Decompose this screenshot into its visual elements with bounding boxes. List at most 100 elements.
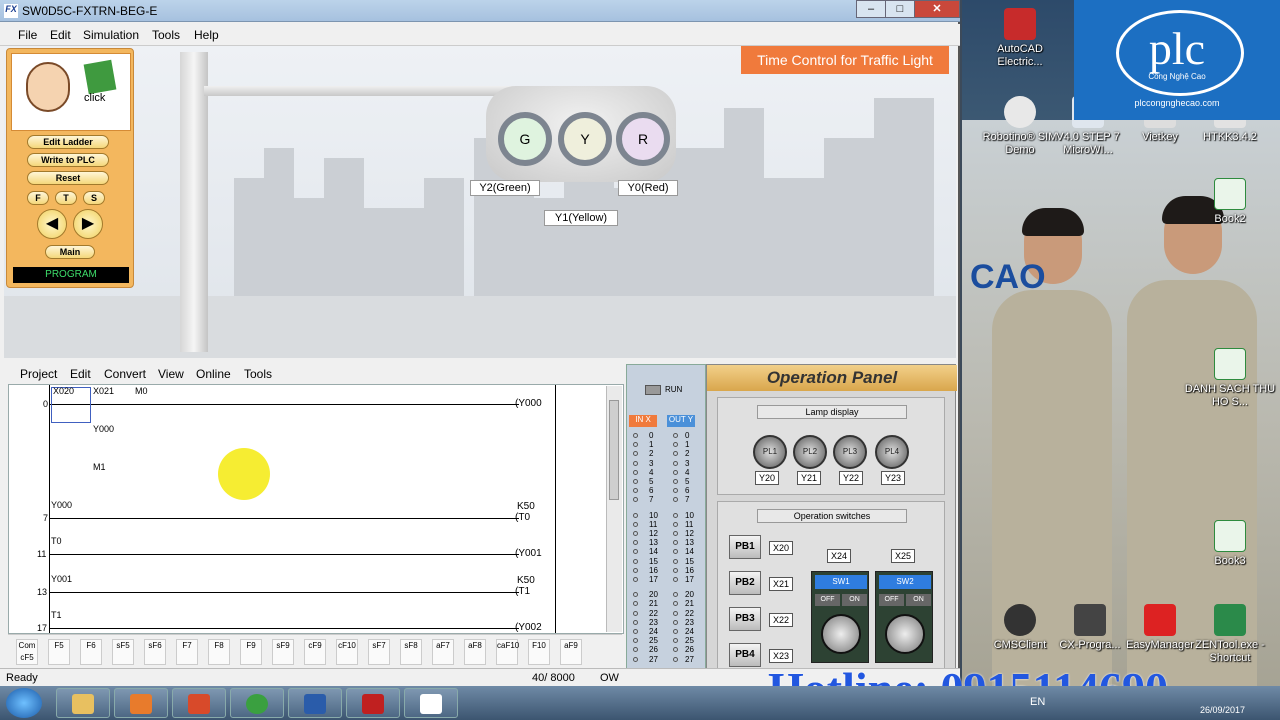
clock-date[interactable]: 26/09/2017 [1200,705,1245,715]
menu-help[interactable]: Help [194,28,219,42]
menu-project[interactable]: Project [20,367,57,381]
edit-ladder-button[interactable]: Edit Ladder [27,135,109,149]
contact-y000[interactable]: Y000 [93,424,114,434]
ladder-tool-button[interactable]: caF10 [496,639,519,665]
main-button[interactable]: Main [45,245,95,259]
menu-edit[interactable]: Edit [50,28,71,42]
contact-m0[interactable]: M0 [135,386,148,396]
close-button[interactable]: ✕ [914,0,960,18]
ladder-tool-button[interactable]: F10 [528,639,550,665]
pb3-button[interactable]: PB3 [729,607,761,631]
ladder-tool-button[interactable]: aF9 [560,639,582,665]
maximize-button[interactable]: □ [885,0,915,18]
ladder-tool-button[interactable]: aF8 [464,639,486,665]
taskbar-explorer[interactable] [56,688,110,718]
desktop-icon-autocad[interactable]: AutoCAD Electric... [974,8,1066,69]
ladder-tool-button[interactable]: cF10 [336,639,358,665]
title-bar[interactable]: FX SW0D5C-FXTRN-BEG-E – □ ✕ [0,0,960,22]
ladder-tool-button[interactable]: Com cF5 [16,639,38,665]
in-led [633,442,638,448]
ladder-tool-button[interactable]: sF6 [144,639,166,665]
ladder-tool-button[interactable]: sF7 [368,639,390,665]
in-led [633,469,638,475]
f-button[interactable]: F [27,191,49,205]
pl3-lamp: PL3 [833,435,867,469]
ladder-scrollbar[interactable] [606,386,622,632]
menu-bar: File Edit Simulation Tools Help [0,24,960,46]
taskbar-acrobat[interactable] [346,688,400,718]
ladder-tool-button[interactable]: sF9 [272,639,294,665]
desktop-icon-book3[interactable]: Book3 [1184,520,1276,568]
ladder-tool-button[interactable]: F7 [176,639,198,665]
menu-ladder-edit[interactable]: Edit [70,367,91,381]
contact-x020[interactable]: X020 [53,386,74,396]
selector-knob-icon[interactable] [821,614,861,654]
sw2-switch[interactable]: SW2 OFF ON [875,571,933,663]
minimize-button[interactable]: – [856,0,886,18]
out-number: 1 [685,440,690,450]
contact-t1[interactable]: T1 [51,610,62,620]
timer-constant[interactable]: K50 [517,501,535,512]
coil-y001[interactable]: (Y001 [515,548,542,559]
s-button[interactable]: S [83,191,105,205]
coil-t0[interactable]: (T0 [515,512,530,523]
mode-indicator: PROGRAM [13,267,129,283]
step-number: 7 [43,513,49,523]
start-button[interactable] [6,688,42,718]
in-number: 1 [649,440,654,450]
desktop-icon-danh-sach[interactable]: DANH SACH THU HO S... [1184,348,1276,409]
ladder-tool-button[interactable]: F9 [240,639,262,665]
in-number: 0 [649,431,654,440]
ladder-tool-button[interactable]: F5 [48,639,70,665]
ladder-tool-button[interactable]: sF8 [400,639,422,665]
contact-x021[interactable]: X021 [93,386,114,396]
person-hair [1022,208,1084,236]
out-led [673,460,678,466]
coil-y002[interactable]: (Y002 [515,622,542,633]
taskbar-word[interactable] [288,688,342,718]
selector-knob-icon[interactable] [885,614,925,654]
coil-t1[interactable]: (T1 [515,586,530,597]
t-button[interactable]: T [55,191,77,205]
sw1-switch[interactable]: SW1 OFF ON [811,571,869,663]
desktop-icon-book2[interactable]: Book2 [1184,178,1276,226]
pb1-button[interactable]: PB1 [729,535,761,559]
write-to-plc-button[interactable]: Write to PLC [27,153,109,167]
pb2-button[interactable]: PB2 [729,571,761,595]
contact-y001[interactable]: Y001 [51,574,72,584]
taskbar-app[interactable] [230,688,284,718]
contact-y000[interactable]: Y000 [51,500,72,510]
mouse-pointer-highlight [218,448,270,500]
in-led [633,512,638,518]
step-number: 0 [43,399,49,409]
menu-online[interactable]: Online [196,367,231,381]
contact-t0[interactable]: T0 [51,536,62,546]
menu-ladder-tools[interactable]: Tools [244,367,272,381]
menu-view[interactable]: View [158,367,184,381]
desktop-icon-zentool[interactable]: ZENTool.exe - Shortcut [1184,604,1276,665]
timer-constant[interactable]: K50 [517,575,535,586]
out-led [673,488,678,494]
ladder-tool-button[interactable]: F6 [80,639,102,665]
menu-tools[interactable]: Tools [152,28,180,42]
ladder-tool-button[interactable]: sF5 [112,639,134,665]
ladder-tool-button[interactable]: cF9 [304,639,326,665]
ladder-editor[interactable]: 0 X020 X021 M0 Y000 M1 (Y000 7 Y000 K50 … [8,384,624,634]
pb4-button[interactable]: PB4 [729,643,761,667]
menu-convert[interactable]: Convert [104,367,146,381]
app-icon: FX [4,4,18,18]
out-number: 4 [685,467,690,477]
ladder-tool-button[interactable]: F8 [208,639,230,665]
taskbar-media[interactable] [114,688,168,718]
language-indicator[interactable]: EN [1030,696,1045,708]
menu-simulation[interactable]: Simulation [83,28,139,42]
menu-file[interactable]: File [18,28,37,42]
contact-m1[interactable]: M1 [93,462,106,472]
taskbar-security[interactable] [172,688,226,718]
next-arrow-icon[interactable]: ▶ [73,209,103,239]
ladder-tool-button[interactable]: aF7 [432,639,454,665]
prev-arrow-icon[interactable]: ◀ [37,209,67,239]
coil-y000[interactable]: (Y000 [515,398,542,409]
reset-button[interactable]: Reset [27,171,109,185]
taskbar-fx-trainer[interactable] [404,688,458,718]
